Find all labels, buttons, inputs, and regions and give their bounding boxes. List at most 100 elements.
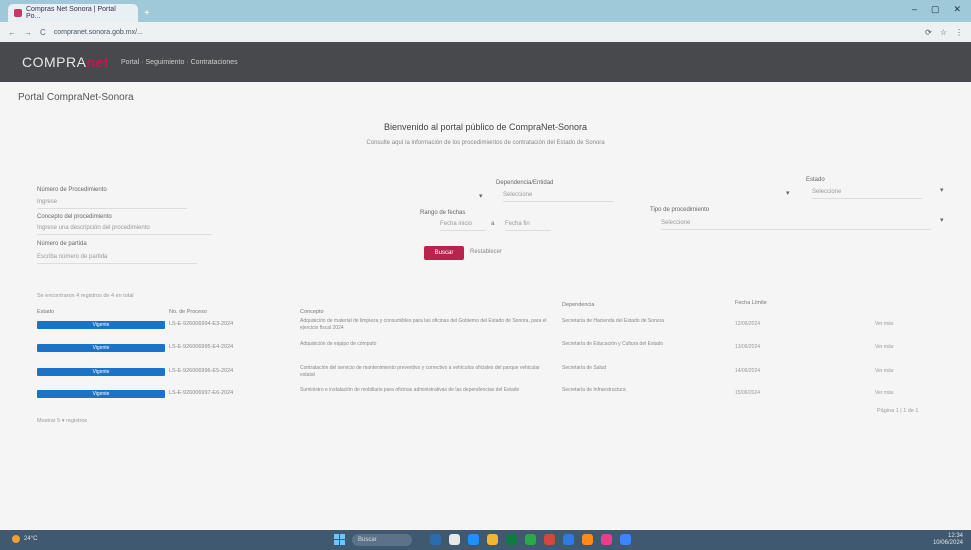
chevron-down-icon[interactable]: ▾ (940, 186, 944, 194)
status-badge[interactable]: Vigente (37, 321, 165, 329)
fecha-fin-input[interactable]: Fecha fin (505, 221, 551, 231)
clock-date: 10/06/2024 (932, 540, 963, 546)
status-badge[interactable]: Vigente (37, 390, 165, 398)
process-date: 13/06/2024 (735, 344, 761, 350)
fecha-inicio-input[interactable]: Fecha inicio (440, 221, 486, 231)
partida-input[interactable]: Escriba número de partida (37, 254, 197, 264)
results-count: Se encontraron 4 registros de 4 en total (37, 293, 134, 299)
weather-widget[interactable]: 24°C (12, 535, 37, 543)
portal-title: Portal CompraNet-Sonora (18, 92, 134, 103)
close-icon[interactable]: ✕ (953, 4, 961, 15)
estado-label: Estado (806, 177, 825, 183)
logo-accent: net (86, 54, 109, 70)
per-page-selector[interactable]: Mostrar 5 ▾ registros (37, 418, 87, 424)
browser-tab[interactable]: Compras Net Sonora | Portal Po... (8, 4, 138, 22)
browser-menu-icon[interactable]: ⋮ (955, 28, 963, 37)
taskbar-search[interactable]: Buscar (352, 534, 412, 546)
back-icon[interactable]: ← (8, 28, 16, 37)
app-icon[interactable] (582, 534, 593, 545)
status-badge[interactable]: Vigente (37, 344, 165, 352)
table-row[interactable]: Vigente LS-E-926006995-E4-2024 Adquisici… (37, 341, 947, 366)
view-more-link[interactable]: Ver más (875, 344, 893, 350)
header-fecha[interactable]: Fecha Límite (735, 300, 767, 306)
edge-icon[interactable] (468, 534, 479, 545)
status-badge[interactable]: Vigente (37, 368, 165, 376)
clock-time: 12:34 (947, 533, 963, 539)
tab-title: Compras Net Sonora | Portal Po... (26, 6, 116, 20)
numero-input[interactable]: Ingrese (37, 199, 187, 209)
process-number: LS-E-926006994-E3-2024 (169, 321, 234, 327)
per-page-label: Mostrar (37, 418, 56, 424)
chevron-down-icon[interactable]: ▾ (940, 216, 944, 224)
header-concepto[interactable]: Concepto (300, 309, 324, 315)
store-icon[interactable] (506, 534, 517, 545)
welcome-subtitle: Consulte aquí la información de los proc… (366, 140, 605, 146)
browser-tab-bar: Compras Net Sonora | Portal Po... + – ▢ … (0, 0, 971, 22)
concepto-label: Concepto del procedimiento (37, 214, 112, 220)
clear-link[interactable]: Restablecer (470, 249, 502, 255)
header-nav[interactable]: Portal · Seguimiento · Contrataciones (121, 59, 238, 66)
view-more-link[interactable]: Ver más (875, 390, 893, 396)
file-explorer-icon[interactable] (449, 534, 460, 545)
search-button[interactable]: Buscar (424, 246, 464, 260)
process-agency: Secretaría de Infraestructura (562, 387, 626, 393)
table-row[interactable]: Vigente LS-E-926006997-E6-2024 Suministr… (37, 387, 947, 412)
process-concept: Adquisición de material de limpieza y co… (300, 318, 547, 331)
process-agency: Secretaría de Educación y Cultura del Es… (562, 341, 664, 347)
process-number: LS-E-926006996-E5-2024 (169, 368, 234, 374)
process-date: 15/06/2024 (735, 390, 761, 396)
window-controls: – ▢ ✕ (912, 4, 961, 15)
app-icon[interactable] (601, 534, 612, 545)
chevron-down-icon[interactable]: ▾ (62, 418, 65, 424)
header-dependencia[interactable]: Dependencia (562, 302, 594, 308)
maximize-icon[interactable]: ▢ (931, 4, 940, 15)
process-concept: Adquisición de equipo de cómputo (300, 341, 377, 347)
folder-icon[interactable] (487, 534, 498, 545)
fecha-separator: a (491, 221, 495, 227)
table-row[interactable]: Vigente LS-E-926006994-E3-2024 Adquisici… (37, 318, 947, 343)
chevron-down-icon[interactable]: ▾ (479, 192, 483, 200)
windows-start-icon[interactable] (334, 534, 345, 545)
logo-main: COMPRA (22, 54, 87, 70)
word-icon[interactable] (563, 534, 574, 545)
chrome-icon[interactable] (544, 534, 555, 545)
per-page-value[interactable]: 5 (57, 418, 60, 424)
process-number: LS-E-926006995-E4-2024 (169, 344, 234, 350)
tipo-select[interactable]: Seleccione (661, 220, 931, 230)
compranet-logo[interactable]: COMPRAnet (22, 54, 109, 70)
bookmark-star-icon[interactable]: ☆ (940, 28, 947, 37)
reload-icon[interactable]: C (40, 28, 46, 37)
partida-label: Número de partida (37, 241, 87, 247)
app-header: COMPRAnet Portal · Seguimiento · Contrat… (0, 42, 971, 82)
url-field[interactable]: compranet.sonora.gob.mx/... (54, 29, 143, 36)
estado-select[interactable]: Seleccione (812, 189, 922, 199)
minimize-icon[interactable]: – (912, 4, 917, 15)
weather-temp: 24°C (24, 536, 38, 542)
numero-label: Número de Procedimiento (37, 187, 107, 193)
system-tray[interactable]: 12:34 10/06/2024 (933, 533, 963, 547)
process-agency: Secretaría de Hacienda del Estado de Son… (562, 318, 665, 324)
chevron-down-icon[interactable]: ▾ (786, 189, 790, 197)
reload-toolbar-icon[interactable]: ⟳ (925, 28, 932, 37)
process-date: 12/06/2024 (735, 321, 761, 327)
dependencia-select[interactable]: Seleccione (503, 192, 613, 202)
view-more-link[interactable]: Ver más (875, 368, 893, 374)
process-concept: Suministro e instalación de mobiliario p… (300, 387, 520, 393)
concepto-input[interactable]: Ingrese una descripción del procedimient… (37, 225, 212, 235)
fechas-label: Rango de fechas (420, 210, 466, 216)
pagination[interactable]: Página 1 | 1 de 1 (877, 408, 919, 414)
new-tab-button[interactable]: + (144, 8, 150, 19)
taskbar-apps (430, 534, 631, 545)
excel-icon[interactable] (525, 534, 536, 545)
welcome-title: Bienvenido al portal público de CompraNe… (383, 122, 588, 132)
task-view-icon[interactable] (430, 534, 441, 545)
header-estado[interactable]: Estado (37, 309, 54, 315)
view-more-link[interactable]: Ver más (875, 321, 893, 327)
welcome-section: Bienvenido al portal público de CompraNe… (0, 122, 971, 146)
tipo-label: Tipo de procedimiento (650, 207, 710, 213)
header-numero[interactable]: No. de Proceso (169, 309, 207, 315)
windows-taskbar: 24°C Buscar 12:34 10/06/2024 (0, 530, 971, 550)
app-icon[interactable] (620, 534, 631, 545)
site-favicon-icon (14, 9, 22, 17)
forward-icon[interactable]: → (24, 28, 32, 37)
